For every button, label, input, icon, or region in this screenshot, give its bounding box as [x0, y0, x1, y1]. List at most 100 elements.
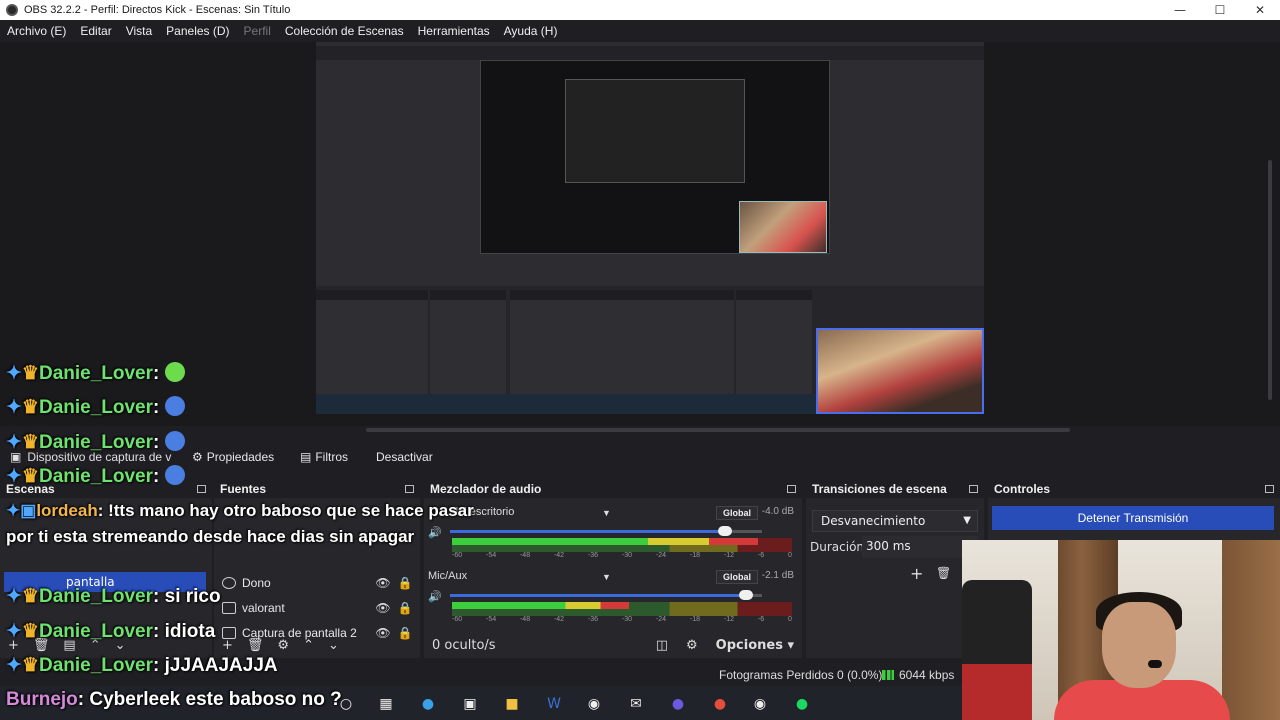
- chevron-down-icon: ▼: [963, 515, 971, 526]
- scenes-list: pantalla + 🗑 ▤ ⌃ ⌄: [0, 498, 212, 658]
- preview-area[interactable]: [0, 42, 1280, 432]
- float-dock-icon[interactable]: [969, 485, 978, 493]
- sources-list: Dono 👁 🔒 valorant 👁 🔒 Captura de pantall…: [214, 498, 420, 658]
- signal-bars-icon: [882, 670, 894, 680]
- level-meter: [452, 602, 792, 616]
- bitrate: 6044 kbps: [882, 668, 954, 682]
- menu-perfil[interactable]: Perfil: [237, 24, 278, 38]
- chevron-down-icon[interactable]: ▼: [602, 508, 611, 518]
- properties-button[interactable]: ⚙ Propiedades: [184, 446, 282, 468]
- options-button[interactable]: Opciones ▾: [716, 638, 794, 653]
- close-button[interactable]: ✕: [1240, 0, 1280, 20]
- scene-item-selected[interactable]: pantalla: [4, 572, 206, 592]
- properties-label: Propiedades: [206, 450, 275, 464]
- move-up-icon[interactable]: ⌃: [303, 638, 314, 653]
- nested-dock: [736, 290, 812, 410]
- float-dock-icon[interactable]: [1265, 485, 1274, 493]
- obs-taskbar-icon[interactable]: ◉: [750, 694, 770, 714]
- float-dock-icon[interactable]: [405, 485, 414, 493]
- meter-ticks: -60 -54 -48 -42 -36 -30 -24 -18 -12 -6 0: [452, 616, 792, 623]
- filter-icon: ▤: [300, 450, 312, 464]
- store-icon[interactable]: ▣: [460, 694, 480, 714]
- chevron-down-icon[interactable]: ▼: [602, 572, 611, 582]
- meter-tick-label: -6: [757, 552, 765, 559]
- stop-stream-button[interactable]: Detener Transmisión: [992, 506, 1274, 530]
- trash-icon[interactable]: 🗑: [936, 566, 951, 580]
- meter-tick-label: -48: [519, 616, 531, 623]
- menu-bar: Archivo (E) Editar Vista Paneles (D) Per…: [0, 20, 1280, 42]
- add-icon[interactable]: +: [8, 638, 19, 653]
- mixer-header: Mezclador de audio: [424, 480, 802, 498]
- trash-icon[interactable]: 🗑: [247, 638, 264, 653]
- menu-ayuda[interactable]: Ayuda (H): [497, 24, 565, 38]
- meter-ticks: -60 -54 -48 -42 -36 -30 -24 -18 -12 -6 0: [452, 552, 792, 559]
- transition-select[interactable]: Desvanecimiento ▼: [812, 510, 978, 532]
- app-icon[interactable]: ●: [668, 694, 688, 714]
- selected-source-label: Dispositivo de captura de v: [27, 450, 172, 464]
- title-bar: OBS 32.2.2 - Perfil: Directos Kick - Esc…: [0, 0, 1280, 20]
- task-view-icon[interactable]: ▦: [376, 694, 396, 714]
- spotify-icon[interactable]: ●: [792, 694, 812, 714]
- filters-button[interactable]: ▤ Filtros: [292, 446, 356, 468]
- options-label: Opciones: [715, 637, 783, 653]
- volume-knob[interactable]: [717, 526, 732, 536]
- menu-paneles[interactable]: Paneles (D): [159, 24, 236, 38]
- scenes-footer: + 🗑 ▤ ⌃ ⌄: [0, 632, 212, 658]
- search-circle-icon[interactable]: ○: [336, 694, 356, 714]
- windows-taskbar: ○ ▦ ● ▣ ■ W ◉ ✉ ● ● ◉ ●: [0, 686, 962, 720]
- menu-coleccion-escenas[interactable]: Colección de Escenas: [278, 24, 411, 38]
- transitions-dock: Transiciones de escena Desvanecimiento ▼…: [806, 480, 984, 658]
- menu-editar[interactable]: Editar: [73, 24, 118, 38]
- game-icon[interactable]: ◉: [584, 694, 604, 714]
- edge-icon[interactable]: ●: [418, 694, 438, 714]
- speaker-icon[interactable]: 🔊: [428, 590, 442, 603]
- menu-archivo[interactable]: Archivo (E): [0, 24, 73, 38]
- minimize-button[interactable]: —: [1160, 0, 1200, 20]
- lock-icon[interactable]: 🔒: [394, 576, 416, 590]
- visibility-eye-icon[interactable]: 👁: [372, 576, 394, 590]
- move-up-icon[interactable]: ⌃: [90, 638, 101, 653]
- folder-icon[interactable]: ■: [502, 694, 522, 714]
- preview-canvas[interactable]: [316, 42, 984, 414]
- mail-icon[interactable]: ✉: [626, 694, 646, 714]
- mixer-track-desktop: del escritorio ▼ Global -4.0 dB 🔊 -60 -54…: [428, 506, 798, 566]
- volume-knob[interactable]: [739, 590, 754, 600]
- add-icon[interactable]: +: [910, 564, 923, 583]
- sources-dock: Fuentes Dono 👁 🔒 valorant 👁 🔒 Captura de…: [214, 480, 420, 658]
- dropped-frames: Fotogramas Perdidos 0 (0.0%): [719, 668, 883, 682]
- preview-hscrollbar[interactable]: [366, 428, 1070, 432]
- chrome-icon[interactable]: ●: [710, 694, 730, 714]
- maximize-button[interactable]: ☐: [1200, 0, 1240, 20]
- meter-tick-label: -36: [587, 552, 599, 559]
- volume-slider[interactable]: [450, 590, 762, 600]
- float-dock-icon[interactable]: [197, 485, 206, 493]
- move-down-icon[interactable]: ⌄: [328, 638, 339, 653]
- menu-herramientas[interactable]: Herramientas: [411, 24, 497, 38]
- word-icon[interactable]: W: [544, 694, 564, 714]
- level-meter: [452, 538, 792, 552]
- move-down-icon[interactable]: ⌄: [115, 638, 126, 653]
- gear-icon[interactable]: ⚙: [686, 638, 698, 653]
- deactivate-button[interactable]: Desactivar: [368, 446, 441, 468]
- gear-icon[interactable]: ⚙: [277, 638, 289, 653]
- source-item-dono[interactable]: Dono 👁 🔒: [218, 572, 416, 594]
- meter-tick-label: 0: [787, 552, 792, 559]
- float-dock-icon[interactable]: [787, 485, 796, 493]
- source-item-valorant[interactable]: valorant 👁 🔒: [218, 597, 416, 619]
- bitrate-value: 6044 kbps: [899, 668, 955, 682]
- speaker-icon[interactable]: 🔊: [428, 526, 442, 539]
- menu-vista[interactable]: Vista: [119, 24, 159, 38]
- volume-slider[interactable]: [450, 526, 762, 536]
- status-bar: Fotogramas Perdidos 0 (0.0%) 6044 kbps: [0, 664, 962, 684]
- add-icon[interactable]: +: [222, 638, 233, 653]
- preview-vscrollbar[interactable]: [1268, 160, 1272, 400]
- layout-icon[interactable]: ◫: [656, 638, 668, 653]
- window-title: OBS 32.2.2 - Perfil: Directos Kick - Esc…: [24, 4, 291, 16]
- source-name: valorant: [242, 601, 285, 615]
- visibility-eye-icon[interactable]: 👁: [372, 601, 394, 615]
- lock-icon[interactable]: 🔒: [394, 601, 416, 615]
- trash-icon[interactable]: 🗑: [33, 638, 50, 653]
- volume-fill: [450, 530, 725, 533]
- duration-input[interactable]: 300 ms: [862, 536, 978, 558]
- filter-icon[interactable]: ▤: [63, 638, 75, 653]
